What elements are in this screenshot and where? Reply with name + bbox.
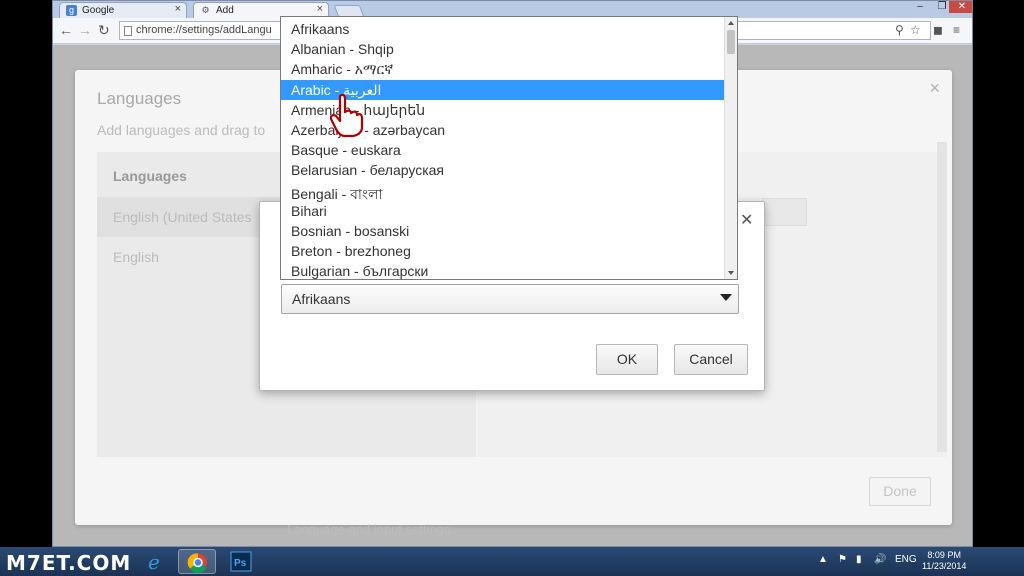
tab-close-icon[interactable]: × <box>175 3 181 15</box>
language-select-value: Afrikaans <box>292 291 351 307</box>
language-list-heading: Languages <box>113 168 187 184</box>
action-center-icon[interactable]: ⚑ <box>838 554 847 565</box>
gear-favicon-icon: ⚙ <box>201 5 210 15</box>
language-option[interactable]: Afrikaans <box>281 19 724 39</box>
language-option[interactable]: Belarusian - беларуская <box>281 160 724 180</box>
tab-google[interactable]: g Google × <box>59 2 187 18</box>
settings-title: Languages <box>97 89 182 108</box>
windows-taskbar: M7ET.COM e Ps ▲ ⚑ ▮ 🔊 ENG 8:09 PM 11/23/… <box>0 547 1024 576</box>
tab-label: Add <box>216 5 234 16</box>
svg-text:Ps: Ps <box>234 558 247 569</box>
system-clock[interactable]: 8:09 PM 11/23/2014 <box>922 550 966 572</box>
language-option[interactable]: Bihari <box>281 201 724 221</box>
language-option[interactable]: Amharic - አማርኛ <box>281 59 724 79</box>
language-option[interactable]: Bosnian - bosanski <box>281 221 724 241</box>
ghost-button <box>762 198 807 226</box>
watermark-logo: M7ET.COM <box>6 551 132 575</box>
window-close-icon[interactable]: ✕ <box>949 1 972 13</box>
chevron-down-icon <box>720 294 732 301</box>
language-input-settings-link[interactable]: Language and input settings... <box>287 522 461 537</box>
clock-date: 11/23/2014 <box>922 561 967 571</box>
tray-arrow-icon[interactable]: ▲ <box>818 554 828 565</box>
clock-time: 8:09 PM <box>927 550 961 560</box>
language-option[interactable]: Albanian - Shqip <box>281 39 724 59</box>
language-option[interactable]: Bulgarian - български <box>281 261 724 279</box>
zoom-icon[interactable]: ⚲ <box>895 23 904 37</box>
language-option[interactable]: Basque - euskara <box>281 140 724 160</box>
chrome-taskbar-icon[interactable] <box>178 549 216 574</box>
google-favicon-icon: g <box>66 5 77 16</box>
tab-label: Google <box>82 5 115 16</box>
ok-button[interactable]: OK <box>596 344 658 375</box>
input-language-indicator[interactable]: ENG <box>895 554 917 565</box>
language-select[interactable]: Afrikaans <box>281 284 739 314</box>
reload-icon[interactable]: ↻ <box>98 22 110 38</box>
scroll-up-icon[interactable] <box>728 21 734 25</box>
settings-scrollbar[interactable] <box>937 142 947 452</box>
photoshop-icon[interactable]: Ps <box>222 549 260 574</box>
minimize-icon[interactable]: – <box>909 1 931 13</box>
language-option[interactable]: Breton - brezhoneg <box>281 241 724 261</box>
cancel-button[interactable]: Cancel <box>674 344 748 375</box>
bookmark-star-icon[interactable]: ☆ <box>910 23 921 37</box>
settings-close-icon[interactable]: × <box>929 78 940 99</box>
extension-icon[interactable]: ◼ <box>933 23 943 37</box>
svg-text:e: e <box>148 550 160 574</box>
settings-subtitle: Add languages and drag to <box>97 122 266 138</box>
internet-explorer-icon[interactable]: e <box>136 549 174 574</box>
tab-close-icon[interactable]: × <box>317 3 323 15</box>
page-icon <box>124 26 132 36</box>
back-icon[interactable]: ← <box>59 22 73 38</box>
volume-icon[interactable]: 🔊 <box>874 554 886 565</box>
network-icon[interactable]: ▮ <box>856 554 862 565</box>
language-dropdown-list: Afrikaans Albanian - Shqip Amharic - አማርኛ A… <box>280 16 738 280</box>
dialog-close-icon[interactable]: ✕ <box>740 210 753 230</box>
done-button[interactable]: Done <box>869 477 931 506</box>
forward-icon[interactable]: → <box>78 22 92 38</box>
menu-icon[interactable]: ≡ <box>953 23 960 37</box>
scroll-thumb[interactable] <box>727 30 735 54</box>
hand-pointer-icon <box>330 94 364 138</box>
language-option[interactable]: Bengali - বাংলা <box>281 181 724 202</box>
address-text: chrome://settings/addLangu <box>136 24 272 36</box>
dropdown-scrollbar[interactable] <box>724 17 737 279</box>
scroll-down-icon[interactable] <box>728 271 734 275</box>
